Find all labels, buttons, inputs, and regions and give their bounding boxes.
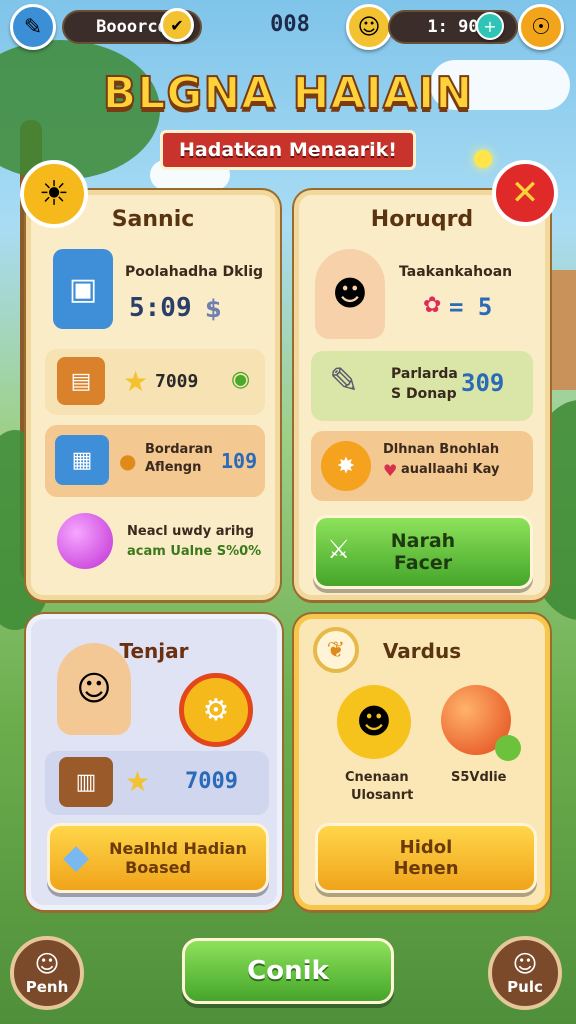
game-title: BLGNA HAIAIN	[102, 67, 474, 120]
subtitle-ribbon: Hadatkan Menaarik!	[160, 130, 416, 170]
row-chest[interactable]: ▤ ★ 7009 ◉	[45, 349, 265, 415]
row3-text2: auallaahi Kay	[401, 462, 500, 477]
row2-text1: Parlarda	[391, 366, 458, 382]
row2-value: 7009	[155, 371, 199, 392]
fruit-icon: ✸	[321, 441, 371, 491]
panel-vardus: Vardus ❦ ☻ Cnenaan Ulosanrt S5Vdlie Hido…	[294, 614, 550, 910]
gem-icon: ◉	[231, 367, 251, 392]
row4-text1: Neacl uwdy arihg	[127, 524, 254, 539]
conik-label: Conik	[247, 956, 329, 986]
panel-sannic: Sannic ▣ Poolahadha Dklig 5:09 $ ▤ ★ 700…	[26, 190, 280, 600]
label2: S5Vdlie	[451, 770, 507, 785]
top-bar: ✎ Booorcd ✔ 008 ☺ 1: 90 + ☉	[0, 0, 576, 54]
avatar-face-icon: ☺	[512, 950, 538, 978]
potion-icon	[57, 513, 113, 569]
star-icon: ★	[125, 765, 151, 798]
row-crate[interactable]: ▥ ★ 7009	[45, 751, 269, 815]
dollar-icon: $	[205, 295, 222, 323]
row2-value: 309	[461, 369, 505, 397]
back-button[interactable]: ✎	[10, 4, 56, 50]
button-line2: Henen	[393, 858, 459, 879]
sun-creature-icon: ☻	[337, 685, 411, 759]
row3-text1: Bordaran	[145, 442, 213, 457]
hidol-henen-button[interactable]: Hidol Henen	[315, 823, 537, 893]
gift-icon: ✿	[423, 293, 442, 318]
label1-line2: Ulosanrt	[351, 788, 414, 803]
timer-value: 1: 90	[427, 17, 479, 37]
brush-icon: ✎	[329, 361, 360, 402]
label1-line1: Cnenaan	[345, 770, 409, 785]
panel-tenjar: Tenjar ☺ ⚙ ▥ ★ 7009 Nealhld Hadian Boase…	[26, 614, 282, 910]
plus-icon[interactable]: +	[476, 12, 504, 40]
blue-box-icon: ▦	[55, 435, 109, 485]
coin-icon: ✔	[160, 8, 194, 42]
character-avatar-icon: ☺	[57, 643, 131, 735]
subtitle-text: Hadatkan Menaarik!	[179, 139, 397, 161]
sword-icon: ⚔	[327, 535, 351, 565]
sun-icon	[474, 150, 492, 168]
diamond-icon: ◆	[63, 837, 90, 877]
sun-badge-icon: ☀	[20, 160, 88, 228]
row4-text2: acam Ualne S%0%	[127, 544, 262, 559]
close-icon[interactable]: ✕	[492, 160, 558, 226]
avatar-face-icon: ☺	[34, 950, 60, 978]
row3-text1: Dlhnan Bnohlah	[383, 442, 500, 457]
button-line1: Nealhld Hadian	[109, 839, 247, 858]
machine-icon: ▣	[53, 249, 113, 329]
coin-small-icon: ●	[119, 449, 137, 473]
row3-text2: Aflengn	[145, 460, 202, 475]
star-icon: ★	[123, 365, 149, 398]
avatar-left[interactable]: ☺ Penh	[10, 936, 84, 1010]
button-line2: Facer	[393, 552, 453, 574]
button-line1: Narah	[390, 530, 456, 552]
girl-avatar-icon: ☻	[315, 249, 385, 339]
settings-button[interactable]: ☉	[518, 4, 564, 50]
avatar-left-label: Penh	[25, 978, 69, 996]
avatar-right[interactable]: ☺ Pulc	[488, 936, 562, 1010]
row1-text: Poolahadha Dklig	[125, 264, 264, 280]
row1-value: = 5	[449, 293, 493, 321]
avatar-right-label: Pulc	[507, 978, 543, 996]
leaf-badge-icon: ❦	[313, 627, 359, 673]
player-face-icon: ☺	[346, 4, 392, 50]
button-line1: Hidol	[399, 837, 453, 858]
row-box[interactable]: ▦ ● Bordaran Aflengn 109	[45, 425, 265, 497]
button-line2: Boased	[125, 858, 191, 877]
coins-value: Booorcd	[96, 17, 168, 37]
row-fruit[interactable]: ✸ ♥ Dlhnan Bnohlah auallaahi Kay	[311, 431, 533, 501]
conik-button[interactable]: Conik	[182, 938, 394, 1004]
crate-icon: ▥	[59, 757, 113, 807]
green-apple-icon	[495, 735, 521, 761]
row3-value: 109	[221, 449, 258, 473]
row2-text2: S Donap	[391, 386, 457, 402]
row1-value: 5:09	[129, 293, 192, 323]
compass-icon: ⚙	[179, 673, 253, 747]
heart-icon: ♥	[383, 461, 398, 480]
row1-text: Taakankahoan	[399, 264, 513, 280]
chest-icon: ▤	[57, 357, 105, 405]
center-counter: 008	[270, 12, 310, 37]
row-value: 7009	[185, 769, 238, 794]
row-brush[interactable]: ✎ Parlarda S Donap 309	[311, 351, 533, 421]
panel-horuqrd: Horuqrd ☻ Taakankahoan ✿ = 5 ✎ Parlarda …	[294, 190, 550, 600]
